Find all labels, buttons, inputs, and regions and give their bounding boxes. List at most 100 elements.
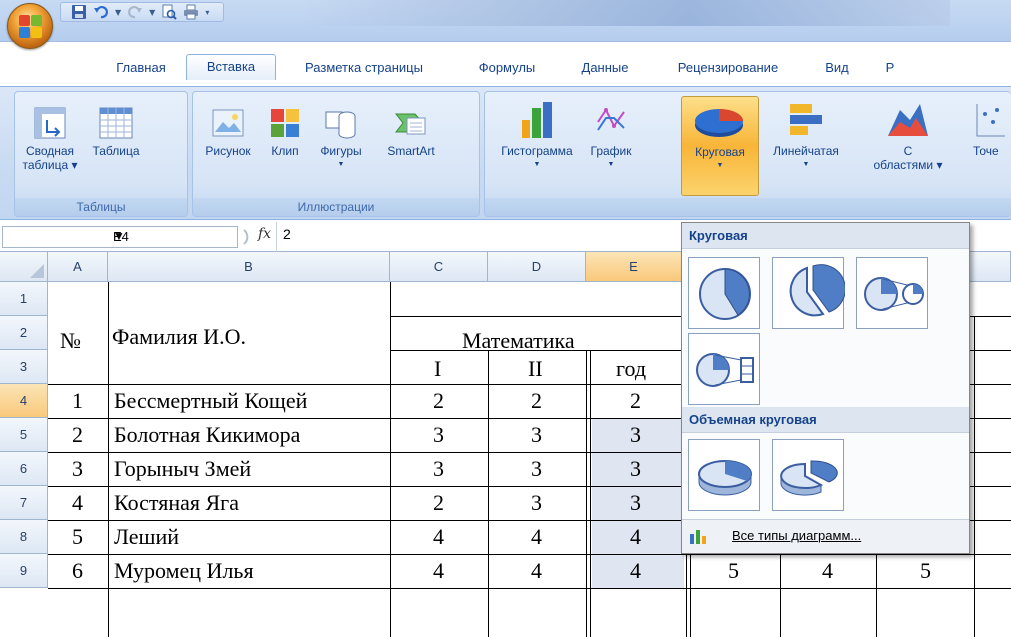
cell-a6[interactable]: 3 (72, 452, 83, 486)
row-header-8[interactable]: 8 (0, 520, 48, 554)
tab-home[interactable]: Главная (96, 56, 186, 78)
cell-d8[interactable]: 4 (531, 520, 542, 554)
cell-e8[interactable]: 4 (630, 520, 641, 554)
cell-d5[interactable]: 3 (531, 418, 542, 452)
table-icon (99, 107, 133, 139)
cell-d6[interactable]: 3 (531, 452, 542, 486)
pie-chart-button[interactable]: Круговая ▼ (681, 96, 759, 196)
column-header-d[interactable]: D (488, 252, 586, 282)
quick-print-icon[interactable] (183, 4, 199, 20)
tab-review[interactable]: Рецензирование (658, 56, 798, 78)
tab-insert[interactable]: Вставка (186, 54, 276, 80)
all-chart-types-item[interactable]: Все типы диаграмм... (682, 519, 969, 553)
row-header-5[interactable]: 5 (0, 418, 48, 452)
pie-option-exploded[interactable] (772, 257, 845, 329)
name-box-dropdown-icon[interactable]: ▼ (113, 229, 233, 243)
cell-a4[interactable]: 1 (72, 384, 83, 418)
cell-b2[interactable]: Фамилия И.О. (112, 320, 246, 354)
tab-formulas[interactable]: Формулы (462, 56, 552, 78)
formula-input[interactable]: 2 (283, 226, 291, 242)
row-header-1[interactable]: 1 (0, 282, 48, 316)
row-header-2[interactable]: 2 (0, 316, 48, 350)
pie-option-pie[interactable] (688, 257, 760, 329)
cell-c2[interactable]: Математика (462, 324, 575, 358)
picture-button[interactable]: Рисунок (197, 94, 259, 158)
redo-dropdown-icon[interactable]: ▼ (149, 8, 155, 17)
pie-option-exploded-3d[interactable] (772, 439, 844, 511)
column-header-e[interactable]: E (586, 252, 682, 282)
cell-b9[interactable]: Муромец Илья (114, 554, 254, 588)
column-header-c[interactable]: C (390, 252, 488, 282)
cell-f9[interactable]: 5 (728, 554, 739, 588)
tab-more[interactable]: Р (880, 56, 900, 78)
row-header-4[interactable]: 4 (0, 384, 48, 418)
print-preview-icon[interactable] (161, 4, 178, 20)
clip-art-button[interactable]: Клип (263, 94, 307, 158)
cell-a7[interactable]: 4 (72, 486, 83, 520)
cell-c9[interactable]: 4 (433, 554, 444, 588)
cell-b5[interactable]: Болотная Кикимора (114, 418, 300, 452)
histogram-button[interactable]: Гистограмма ▼ (491, 94, 583, 172)
row-header-9[interactable]: 9 (0, 554, 48, 588)
row-header-6[interactable]: 6 (0, 452, 48, 486)
row-header-3[interactable]: 3 (0, 350, 48, 384)
pie-option-bar-of-pie[interactable] (688, 333, 760, 405)
cell-c8[interactable]: 4 (433, 520, 444, 554)
cell-h9[interactable]: 5 (920, 554, 931, 588)
cell-e3[interactable]: год (616, 352, 646, 386)
cell-g9[interactable]: 4 (822, 554, 833, 588)
smartart-button[interactable]: SmartArt (379, 94, 443, 158)
gallery-section-3d-pie: Объемная круговая (682, 407, 969, 433)
row-header-7[interactable]: 7 (0, 486, 48, 520)
cell-a9[interactable]: 6 (72, 554, 83, 588)
shapes-button[interactable]: Фигуры ▼ (309, 94, 373, 172)
pie-of-pie-icon (864, 277, 924, 311)
area-chart-button[interactable]: С областями ▾ (865, 94, 951, 172)
cell-e5[interactable]: 3 (630, 418, 641, 452)
redo-icon[interactable] (127, 4, 143, 20)
column-header-a[interactable]: A (48, 252, 108, 282)
cell-a5[interactable]: 2 (72, 418, 83, 452)
cell-e6[interactable]: 3 (630, 452, 641, 486)
cell-b8[interactable]: Леший (114, 520, 179, 554)
table-button[interactable]: Таблица (83, 94, 149, 196)
cell-d7[interactable]: 3 (531, 486, 542, 520)
undo-dropdown-icon[interactable]: ▼ (115, 8, 121, 17)
column-header-b[interactable]: B (108, 252, 390, 282)
cell-c5[interactable]: 3 (433, 418, 444, 452)
undo-icon[interactable] (93, 4, 109, 20)
insert-function-icon[interactable]: fx (258, 226, 271, 242)
cell-e7[interactable]: 3 (630, 486, 641, 520)
pivot-table-button[interactable]: Сводная таблица ▾ (19, 94, 81, 196)
save-icon[interactable] (71, 4, 87, 20)
cell-d3[interactable]: II (528, 352, 543, 386)
cell-c6[interactable]: 3 (433, 452, 444, 486)
pie-icon (699, 268, 751, 320)
select-all-button[interactable] (0, 252, 48, 282)
cell-e9[interactable]: 4 (630, 554, 641, 588)
bar-chart-button[interactable]: Линейчатая ▼ (763, 94, 849, 172)
cell-a8[interactable]: 5 (72, 520, 83, 554)
name-box[interactable]: E4 ▼ (2, 226, 238, 248)
exploded-pie-icon (789, 264, 845, 317)
pie-option-pie-of-pie[interactable] (856, 257, 928, 329)
office-button[interactable] (7, 3, 53, 49)
pie-option-3d-pie[interactable] (688, 439, 760, 511)
cell-b7[interactable]: Костяная Яга (114, 486, 239, 520)
scatter-chart-button[interactable]: Точе (973, 94, 1011, 158)
formula-cancel-icon[interactable] (242, 228, 256, 246)
cell-c7[interactable]: 2 (433, 486, 444, 520)
cell-c4[interactable]: 2 (433, 384, 444, 418)
cell-b6[interactable]: Горыныч Змей (114, 452, 251, 486)
cell-c3[interactable]: I (434, 352, 441, 386)
cell-a2[interactable]: № (60, 324, 81, 358)
tab-view[interactable]: Вид (808, 56, 866, 78)
line-chart-button[interactable]: График ▼ (585, 94, 637, 172)
customize-toolbar-icon[interactable]: ▾ (205, 8, 209, 17)
tab-page-layout[interactable]: Разметка страницы (276, 56, 452, 78)
cell-d4[interactable]: 2 (531, 384, 542, 418)
cell-b4[interactable]: Бессмертный Кощей (114, 384, 307, 418)
tab-data[interactable]: Данные (562, 56, 648, 78)
cell-d9[interactable]: 4 (531, 554, 542, 588)
cell-e4[interactable]: 2 (630, 384, 641, 418)
